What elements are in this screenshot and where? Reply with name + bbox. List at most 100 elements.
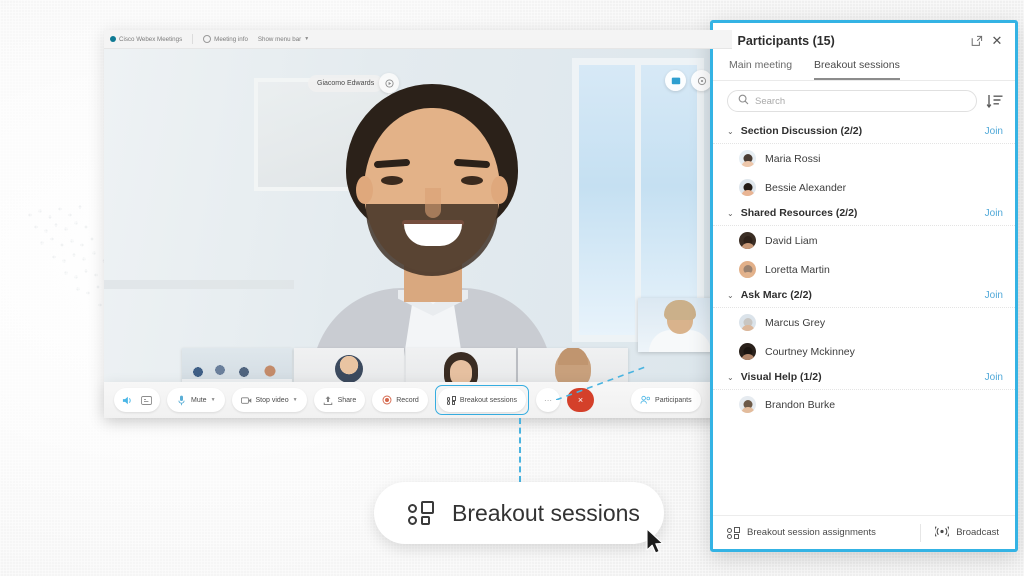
- search-input[interactable]: Search: [727, 90, 977, 112]
- session-name: Shared Resources (2/2): [740, 207, 858, 219]
- breakout-session-group: ⌄ Visual Help (1/2) Join Brandon Burke: [713, 366, 1015, 419]
- record-button[interactable]: Record: [372, 388, 428, 412]
- mute-button[interactable]: Mute ▼: [167, 388, 225, 412]
- room-shelf: [104, 280, 294, 289]
- breakout-session-list: ⌄ Section Discussion (2/2) Join Maria Ro…: [713, 120, 1015, 419]
- app-title: Cisco Webex Meetings: [110, 36, 182, 43]
- settings-icon[interactable]: [691, 70, 712, 91]
- breakout-session-group: ⌄ Section Discussion (2/2) Join Maria Ro…: [713, 120, 1015, 202]
- tab-main-meeting[interactable]: Main meeting: [729, 59, 792, 80]
- record-icon: [381, 395, 392, 406]
- broadcast-icon: [934, 525, 951, 540]
- participant-row[interactable]: Marcus Grey: [713, 308, 1015, 337]
- avatar: [739, 261, 756, 278]
- breakout-session-group: ⌄ Shared Resources (2/2) Join David Liam…: [713, 202, 1015, 284]
- chevron-down-icon[interactable]: ▼: [293, 397, 298, 403]
- microphone-icon: [176, 395, 187, 406]
- participant-row[interactable]: Brandon Burke: [713, 390, 1015, 419]
- share-label: Share: [337, 396, 357, 404]
- join-session-button[interactable]: Join: [985, 372, 1003, 383]
- session-name: Section Discussion (2/2): [740, 125, 863, 137]
- participant-name: Courtney Mckinney: [765, 345, 855, 358]
- search-placeholder: Search: [755, 95, 786, 107]
- speaker-icon[interactable]: [122, 395, 133, 406]
- session-header[interactable]: ⌄ Visual Help (1/2) Join: [713, 366, 1015, 390]
- webex-meeting-window: Cisco Webex Meetings Meeting info Show m…: [104, 30, 732, 418]
- chevron-down-icon[interactable]: ⌄: [727, 373, 734, 382]
- closed-caption-icon[interactable]: [141, 395, 152, 406]
- stop-video-label: Stop video: [255, 396, 289, 404]
- callout-label: Breakout sessions: [452, 499, 640, 526]
- show-menu-bar-button[interactable]: Show menu bar ▼: [258, 36, 309, 43]
- breakout-sessions-callout: Breakout sessions: [374, 482, 664, 544]
- meeting-info-button[interactable]: Meeting info: [203, 35, 248, 43]
- breakout-grid-icon: [727, 526, 740, 539]
- more-options-label: ···: [544, 395, 553, 405]
- pin-speaker-button[interactable]: [379, 73, 399, 93]
- join-session-button[interactable]: Join: [985, 290, 1003, 301]
- meeting-toolbar: Mute ▼ Stop video ▼ Share Record Breakou…: [104, 382, 742, 418]
- mute-label: Mute: [191, 396, 207, 404]
- participant-name: David Liam: [765, 234, 818, 247]
- callout-connector-line: [519, 418, 521, 482]
- participant-row[interactable]: Courtney Mckinney: [713, 337, 1015, 366]
- record-label: Record: [396, 396, 419, 404]
- participants-icon: [640, 395, 651, 406]
- breakout-sessions-button[interactable]: Breakout sessions: [437, 388, 527, 412]
- chevron-down-icon[interactable]: ⌄: [727, 127, 734, 136]
- share-button[interactable]: Share: [313, 388, 366, 412]
- audio-options-group[interactable]: [114, 388, 160, 412]
- search-icon: [738, 94, 749, 108]
- share-icon: [323, 395, 334, 406]
- popout-icon[interactable]: [969, 33, 985, 49]
- breakout-participants-popup: ⌄ Participants (15) ✕ Main meeting Break…: [710, 20, 1018, 552]
- popup-footer: Breakout session assignments Broadcast: [713, 515, 1015, 549]
- layout-icon[interactable]: [665, 70, 686, 91]
- tab-breakout-sessions[interactable]: Breakout sessions: [814, 59, 900, 80]
- participant-row[interactable]: David Liam: [713, 226, 1015, 255]
- broadcast-label: Broadcast: [956, 527, 999, 538]
- info-circle-icon: [203, 35, 212, 43]
- close-icon[interactable]: ✕: [989, 33, 1005, 49]
- video-stage: Giacomo Edwards ▣ SWT 17-APPS ☎ Simon Jo…: [104, 48, 732, 418]
- mouse-cursor: [646, 528, 664, 554]
- avatar: [335, 355, 363, 383]
- session-header[interactable]: ⌄ Ask Marc (2/2) Join: [713, 284, 1015, 308]
- breakout-grid-icon: [446, 396, 457, 405]
- chevron-down-icon[interactable]: ⌄: [727, 209, 734, 218]
- session-header[interactable]: ⌄ Shared Resources (2/2) Join: [713, 202, 1015, 226]
- session-header[interactable]: ⌄ Section Discussion (2/2) Join: [713, 120, 1015, 144]
- chevron-down-icon[interactable]: ▼: [211, 397, 216, 403]
- participants-label: Participants: [655, 396, 692, 404]
- participant-name: Loretta Martin: [765, 263, 830, 276]
- avatar: [739, 396, 756, 413]
- participant-row[interactable]: Bessie Alexander: [713, 173, 1015, 202]
- breakout-sessions-highlight: Breakout sessions: [434, 385, 530, 415]
- stop-video-button[interactable]: Stop video ▼: [231, 388, 307, 412]
- breakout-session-group: ⌄ Ask Marc (2/2) Join Marcus Grey Courtn…: [713, 284, 1015, 366]
- participant-name: Marcus Grey: [765, 316, 826, 329]
- more-options-button[interactable]: ···: [536, 388, 561, 412]
- chevron-down-icon: ▼: [304, 36, 310, 42]
- close-icon: ×: [577, 395, 584, 405]
- divider: [192, 34, 194, 44]
- session-name: Visual Help (1/2): [740, 371, 822, 383]
- participants-button[interactable]: Participants: [631, 388, 701, 412]
- breakout-sessions-label: Breakout sessions: [459, 396, 518, 404]
- sort-list-icon[interactable]: [985, 91, 1005, 111]
- avatar: [739, 314, 756, 331]
- webex-logo-icon: [110, 36, 116, 42]
- participant-name: Bessie Alexander: [765, 181, 847, 194]
- chevron-down-icon[interactable]: ⌄: [727, 291, 734, 300]
- broadcast-button[interactable]: Broadcast: [921, 525, 1015, 540]
- breakout-session-assignments-button[interactable]: Breakout session assignments: [713, 526, 920, 539]
- join-session-button[interactable]: Join: [985, 208, 1003, 219]
- participant-name: Maria Rossi: [765, 152, 821, 165]
- participant-row[interactable]: Maria Rossi: [713, 144, 1015, 173]
- camera-icon: [240, 395, 252, 406]
- participant-name: Brandon Burke: [765, 398, 836, 411]
- end-meeting-button[interactable]: ×: [567, 388, 595, 412]
- participant-row[interactable]: Loretta Martin: [713, 255, 1015, 284]
- join-session-button[interactable]: Join: [985, 126, 1003, 137]
- popup-header: ⌄ Participants (15) ✕: [713, 23, 1015, 55]
